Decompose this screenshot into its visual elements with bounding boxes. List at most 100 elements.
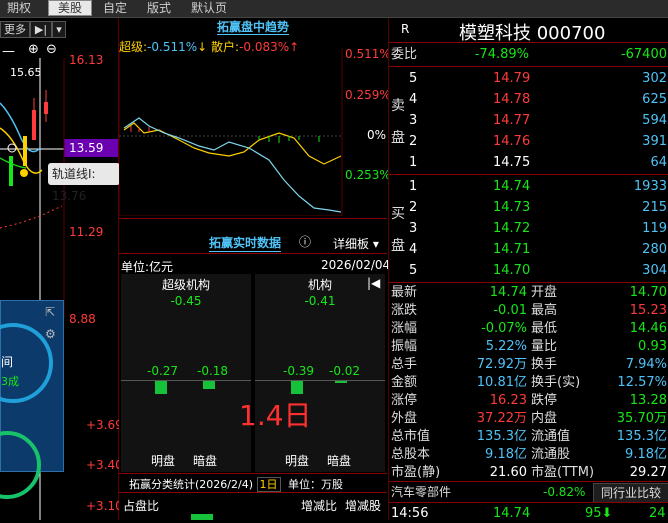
ask-row[interactable]: 4 14.78 625: [389, 89, 668, 110]
tab-options[interactable]: 期权: [0, 0, 38, 16]
trend-title: 拓赢盘中趋势: [216, 20, 289, 35]
quote-value: 10.81亿: [476, 375, 527, 390]
bid-row[interactable]: 3 14.72 119: [389, 218, 668, 239]
period-watermark: 1.4日: [239, 399, 312, 432]
realtime-date: 2026/02/04: [321, 258, 391, 272]
trend-header: 拓赢盘中趋势: [119, 18, 387, 36]
level: 1: [409, 179, 418, 194]
level: 5: [409, 263, 418, 278]
weibi-pct: -74.89%: [474, 47, 529, 62]
dark-label: 暗盘: [193, 454, 218, 468]
ask-row[interactable]: 1 14.75 64: [389, 152, 668, 173]
super-inst-total: -0.45: [170, 294, 202, 308]
col-change-ratio: 增减比: [301, 499, 338, 513]
volume: 302: [642, 71, 667, 86]
ask-row[interactable]: 3 14.77 594: [389, 110, 668, 131]
quote-stats: 最新 14.74 开盘 14.70 涨跌 -0.01 最高 15.23 涨幅 -0.07% 最低 14…: [389, 284, 668, 480]
volume: 215: [642, 200, 667, 215]
volume: 625: [642, 92, 667, 107]
bid-row[interactable]: 2 14.73 215: [389, 197, 668, 218]
industry-change: -0.82%: [543, 485, 586, 499]
quote-label: 流通值: [531, 429, 571, 444]
inst-title: 机构: [307, 278, 332, 292]
level: 2: [409, 200, 418, 215]
gauge-text: 间: [1, 355, 14, 369]
volume: 64: [650, 155, 667, 170]
price: 14.78: [493, 92, 531, 107]
inst-total: -0.41: [304, 294, 336, 308]
trend-axis-tick: 0.253%: [345, 168, 391, 182]
quote-label: 流通股: [531, 447, 571, 462]
bid-row[interactable]: 4 14.71 280: [389, 239, 668, 260]
price: 14.72: [493, 221, 531, 236]
quote-value: 5.22%: [485, 339, 527, 354]
inst-dark-bar: [335, 381, 347, 383]
inst-bright-bar: [291, 381, 303, 394]
super-bright-value: -0.27: [147, 364, 179, 378]
bid-row[interactable]: 1 14.74 1933: [389, 176, 668, 197]
financing-marker: R: [401, 22, 410, 36]
col-share: 占盘比: [123, 499, 160, 513]
quote-value: -0.01: [493, 303, 527, 318]
expand-icon[interactable]: ⇱: [45, 305, 55, 319]
bid-row[interactable]: 5 14.70 304: [389, 260, 668, 281]
weibi-label: 委比: [391, 47, 418, 62]
quote-value: 12.57%: [617, 375, 667, 390]
quote-value: 9.18亿: [625, 447, 667, 462]
quote-row: 最新 14.74 开盘 14.70: [389, 284, 668, 302]
divider: [119, 218, 387, 219]
quote-value: 16.23: [489, 393, 527, 408]
price: 14.76: [493, 134, 531, 149]
floating-widget[interactable]: ⇱ ⚙ 间 3成: [0, 300, 64, 499]
quote-label: 跌停: [531, 393, 558, 408]
price: 14.70: [493, 263, 531, 278]
period-select[interactable]: 1日: [256, 477, 281, 492]
quote-value: 0.93: [638, 339, 667, 354]
quote-row: 总市值 135.3亿 流通值 135.3亿: [389, 428, 668, 446]
super-dark-bar: [203, 381, 215, 389]
super-bright-bar: [155, 381, 167, 394]
quote-value: -0.07%: [481, 321, 527, 336]
tick-price: 14.74: [493, 506, 531, 521]
super-inst-card: 超级机构 -0.45 -0.27 -0.18 明盘 暗盘: [121, 274, 251, 472]
quote-value: 14.74: [489, 285, 527, 300]
collapse-icon[interactable]: |◀: [367, 276, 380, 290]
price: 14.71: [493, 242, 531, 257]
gear-icon[interactable]: ⚙: [45, 327, 56, 341]
kline-chart-panel[interactable]: 更多 ▶| ▾ — ⊕ ⊖ 15.65 16.13 13.59 11.29 8.…: [0, 18, 123, 520]
industry-row[interactable]: 汽车零部件 -0.82% 同行业比较: [389, 483, 668, 503]
price: 14.79: [493, 71, 531, 86]
peer-compare-button[interactable]: 同行业比较: [593, 483, 668, 503]
quote-row: 涨跌 -0.01 最高 15.23: [389, 302, 668, 320]
ask-row[interactable]: 2 14.76 391: [389, 131, 668, 152]
quote-value: 72.92万: [476, 357, 527, 372]
super-inst-title: 超级机构: [161, 278, 210, 292]
volume: 391: [642, 134, 667, 149]
quote-row: 金额 10.81亿 换手(实) 12.57%: [389, 374, 668, 392]
quote-label: 最低: [531, 321, 558, 336]
quote-label: 外盘: [391, 411, 418, 426]
stock-code: 000700: [536, 23, 606, 44]
detail-board-button[interactable]: 详细板 ▾: [333, 235, 379, 252]
inst-bright-value: -0.39: [283, 364, 315, 378]
trend-axis-tick: 0.259%: [345, 88, 391, 102]
trend-axis-tick: 0%: [367, 128, 387, 142]
tab-layout[interactable]: 版式: [142, 0, 176, 16]
tab-us-stocks[interactable]: 美股: [48, 0, 92, 16]
quote-row: 涨幅 -0.07% 最低 14.46: [389, 320, 668, 338]
classify-header: 拓赢分类统计(2026/2/4) 1日 单位：万股: [129, 476, 343, 492]
classify-unit-label: 单位：: [288, 478, 321, 491]
quote-value: 13.28: [629, 393, 667, 408]
col-change-shares: 增减股: [345, 499, 382, 513]
bid-list: 1 14.74 1933 2 14.73 215 3 14.72 119 4 14.71 280 5 14…: [389, 176, 668, 282]
info-icon[interactable]: ⓘ: [299, 233, 311, 250]
tab-default-page[interactable]: 默认页: [186, 0, 232, 16]
tick-row: 14:56 14.74 95⬇ 24: [391, 506, 666, 521]
ask-row[interactable]: 5 14.79 302: [389, 68, 668, 89]
quote-value: 21.60: [489, 465, 527, 480]
quote-row: 外盘 37.22万 内盘 35.70万: [389, 410, 668, 428]
quote-label: 振幅: [391, 339, 418, 354]
level: 5: [409, 71, 418, 86]
quote-label: 总市值: [391, 429, 431, 444]
tab-custom[interactable]: 自定: [98, 0, 132, 16]
